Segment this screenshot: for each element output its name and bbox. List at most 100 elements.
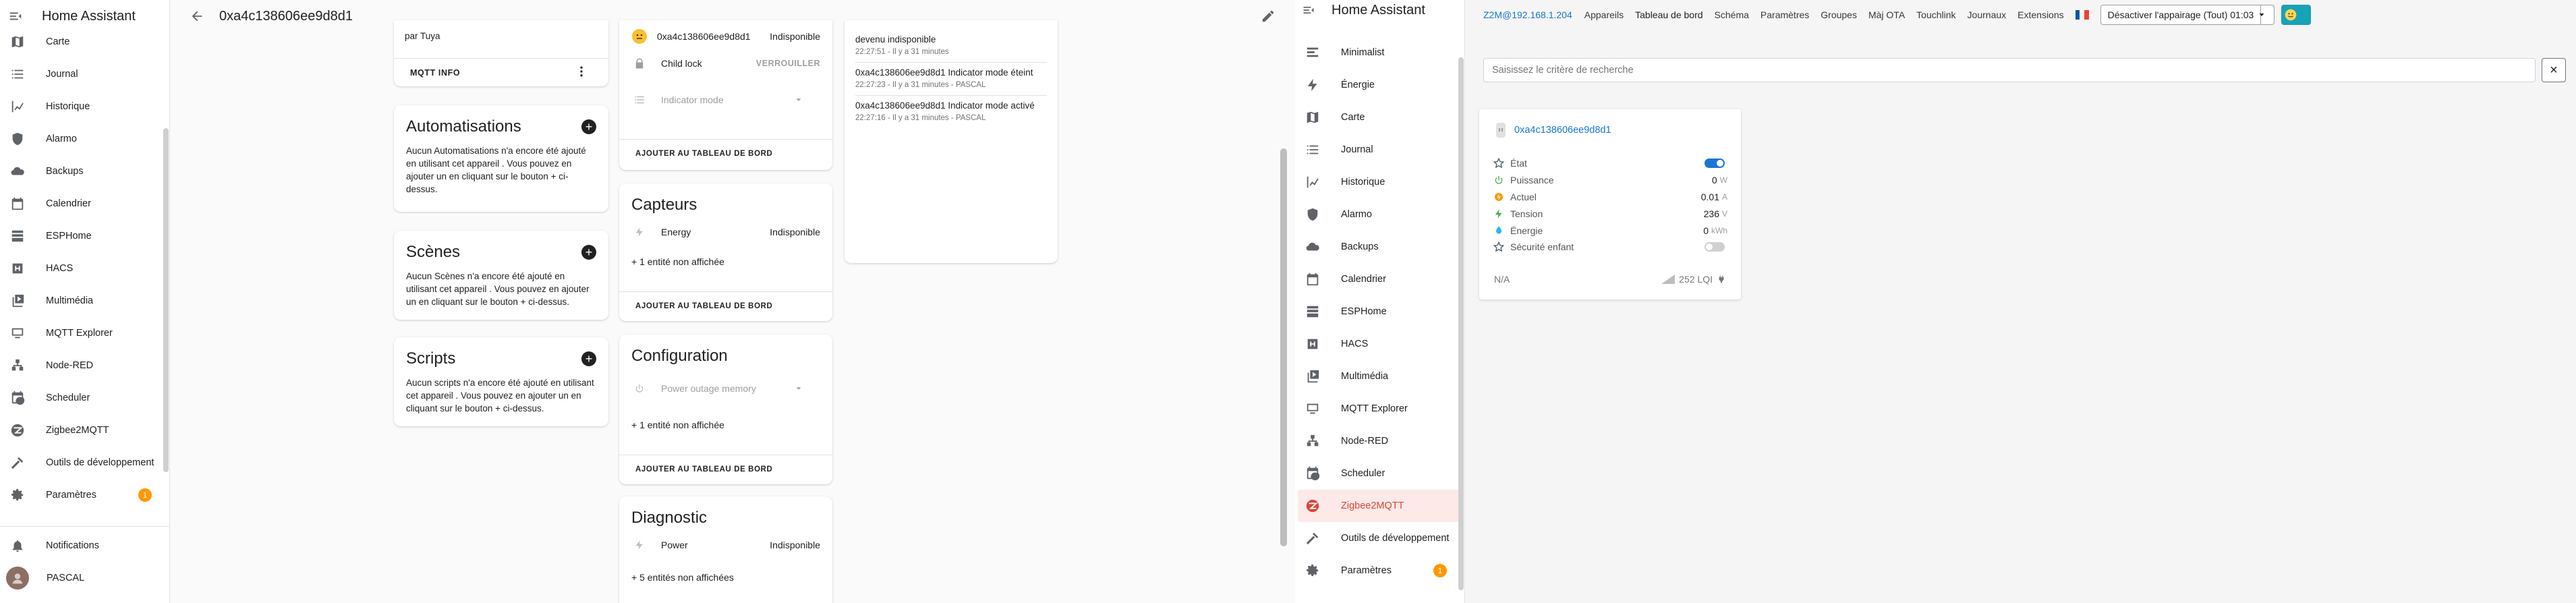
sidebar-item-esphome[interactable]: ESPHome (0, 220, 169, 252)
scripts-card: Scripts + Aucun scripts n'a encore été a… (394, 337, 608, 426)
logbook-entry[interactable]: 0xa4c138606ee9d8d1 Indicator mode activé… (855, 95, 1047, 128)
add-to-dashboard-button[interactable]: AJOUTER AU TABLEAU DE BORD (635, 150, 772, 158)
z2m-nav-appareils[interactable]: Appareils (1584, 9, 1624, 20)
z2m-nav-touchlink[interactable]: Touchlink (1916, 9, 1955, 20)
z2m-nav-paramètres[interactable]: Paramètres (1761, 9, 1809, 20)
pencil-icon[interactable] (1261, 9, 1276, 24)
chevron-down-icon (791, 95, 807, 105)
logbook-entry[interactable]: devenu indisponible 22:27:51 - Il y a 31 … (855, 30, 1047, 62)
sidebar-item-label: Scheduler (46, 393, 90, 403)
sidebar-item-outils-de-développement[interactable]: Outils de développement (0, 447, 169, 479)
french-flag-icon[interactable] (2075, 10, 2089, 20)
sidebar-item-zigbee2mqtt[interactable]: Zigbee2MQTT (1298, 490, 1460, 522)
menu-collapse-icon[interactable] (1302, 3, 1315, 17)
sidebar-scrollbar[interactable] (1458, 57, 1464, 590)
toggle-switch[interactable] (1705, 242, 1725, 252)
theme-toggle-button[interactable] (2281, 5, 2312, 25)
sidebar-item-user[interactable]: PASCAL (0, 562, 169, 594)
sidebar-item-mqtt-explorer[interactable]: MQTT Explorer (1295, 393, 1464, 425)
sidebar-item-esphome[interactable]: ESPHome (1295, 295, 1464, 328)
ha-window-right: Home Assistant Minimalist Énergie Carte Jou… (1295, 0, 2576, 603)
add-to-dashboard-button[interactable]: AJOUTER AU TABLEAU DE BORD (635, 302, 772, 310)
add-to-dashboard-button[interactable]: AJOUTER AU TABLEAU DE BORD (635, 465, 772, 473)
hidden-entities-link[interactable]: + 1 entité non affichée (631, 410, 820, 440)
media-icon (1305, 368, 1321, 384)
sidebar-item-multimédia[interactable]: Multimédia (0, 285, 169, 317)
sidebar-item-label: Paramètres (46, 490, 96, 500)
notification-badge: 1 (138, 488, 152, 502)
sidebar-item-hacs[interactable]: HACS (0, 252, 169, 285)
indicator-mode-select[interactable]: Indicator mode (631, 85, 820, 115)
device-name: 0xa4c138606ee9d8d1 (657, 31, 751, 42)
sidebar-item-zigbee2mqtt[interactable]: Zigbee2MQTT (0, 414, 169, 447)
sidebar-item-multimédia[interactable]: Multimédia (1295, 360, 1464, 393)
sidebar-item-backups[interactable]: Backups (0, 155, 169, 188)
sidebar-item-calendrier[interactable]: Calendrier (0, 188, 169, 220)
expose-value: 0.01 (1700, 191, 1719, 202)
sidebar-item-carte[interactable]: Carte (1295, 101, 1464, 134)
lock-button[interactable]: VERROUILLER (756, 59, 820, 68)
back-arrow-icon[interactable] (190, 9, 204, 24)
sidebar-item-historique[interactable]: Historique (1295, 166, 1464, 198)
menu-collapse-icon[interactable] (8, 9, 23, 24)
hidden-entities-link[interactable]: + 5 entités non affichées (631, 563, 820, 592)
add-scene-button[interactable]: + (581, 245, 596, 260)
add-script-button[interactable]: + (581, 351, 596, 366)
media-icon (9, 293, 26, 309)
sidebar-item-label: Carte (46, 36, 70, 47)
mqtt-info-button[interactable]: MQTT INFO (410, 68, 460, 78)
scripts-text: Aucun scripts n'a encore été ajouté en u… (406, 378, 594, 413)
sidebar-item-carte[interactable]: Carte (0, 26, 169, 58)
gear-icon (9, 487, 26, 503)
sidebar-item-scheduler[interactable]: Scheduler (1295, 457, 1464, 490)
sidebar-item-journal[interactable]: Journal (1295, 134, 1464, 166)
z2m-nav-schéma[interactable]: Schéma (1715, 9, 1749, 20)
add-automation-button[interactable]: + (581, 119, 596, 134)
z2m-nav-groupes[interactable]: Groupes (1821, 9, 1857, 20)
toggle-switch[interactable] (1705, 159, 1725, 169)
sidebar-item-calendrier[interactable]: Calendrier (1295, 263, 1464, 295)
sidebar-item-hacs[interactable]: HACS (1295, 328, 1464, 360)
sidebar-item-label: Node-RED (46, 360, 94, 371)
expose-unit: V (1721, 208, 1727, 219)
calendar-clock-icon (1305, 465, 1321, 482)
sidebar-item-node-red[interactable]: Node-RED (1295, 425, 1464, 457)
sidebar-item-journal[interactable]: Journal (0, 58, 169, 90)
sidebar-item-énergie[interactable]: Énergie (1295, 69, 1464, 101)
logbook-entry[interactable]: 0xa4c138606ee9d8d1 Indicator mode éteint… (855, 62, 1047, 95)
main-scrollbar[interactable] (1280, 148, 1287, 546)
energy-row[interactable]: Energy Indisponible (631, 217, 820, 247)
z2m-nav-journaux[interactable]: Journaux (1968, 9, 2007, 20)
sidebar-item-paramètres[interactable]: Paramètres 1 (1295, 554, 1464, 587)
sidebar-item-historique[interactable]: Historique (0, 90, 169, 123)
sidebar-item-outils-de-développement[interactable]: Outils de développement (1295, 522, 1464, 554)
z2m-host-link[interactable]: Z2M@192.168.1.204 (1483, 9, 1572, 20)
expose-unit: W (1719, 175, 1727, 185)
sidebar-item-node-red[interactable]: Node-RED (0, 349, 169, 382)
more-vertical-icon[interactable] (575, 65, 588, 78)
permit-join-dropdown[interactable] (2259, 5, 2275, 25)
sidebar-item-paramètres[interactable]: Paramètres 1 (0, 479, 169, 511)
hidden-entities-link[interactable]: + 1 entité non affichée (631, 247, 820, 277)
z2m-nav-extensions[interactable]: Extensions (2017, 9, 2063, 20)
sidebar-item-notifications[interactable]: Notifications (0, 529, 169, 562)
sidebar-item-scheduler[interactable]: Scheduler (0, 382, 169, 414)
device-name-link[interactable]: 0xa4c138606ee9d8d1 (1514, 125, 1611, 136)
sidebar-scrollbar[interactable] (163, 128, 169, 472)
search-input[interactable] (1483, 58, 2536, 82)
shield-icon (1305, 206, 1321, 223)
device-plug-icon (1494, 121, 1508, 139)
sidebar-item-mqtt-explorer[interactable]: MQTT Explorer (0, 317, 169, 349)
sidebar-item-backups[interactable]: Backups (1295, 231, 1464, 263)
z2m-nav-tableau-de-bord[interactable]: Tableau de bord (1635, 9, 1702, 20)
permit-join-button[interactable]: Désactiver l'appairage (Tout) 01:03 (2100, 5, 2262, 25)
sidebar-item-minimalist[interactable]: Minimalist (1295, 36, 1464, 69)
power-row[interactable]: Power Indisponible (631, 530, 820, 560)
power-outage-memory-select[interactable]: Power outage memory (631, 374, 820, 403)
logbook-entry-time: 22:27:51 - Il y a 31 minutes (855, 48, 949, 56)
sidebar-item-label: Alarmo (46, 134, 77, 144)
sidebar-item-alarmo[interactable]: Alarmo (0, 123, 169, 155)
z2m-nav-màj-ota[interactable]: Màj OTA (1868, 9, 1905, 20)
sidebar-item-alarmo[interactable]: Alarmo (1295, 198, 1464, 231)
clear-search-button[interactable]: × (2542, 58, 2566, 82)
